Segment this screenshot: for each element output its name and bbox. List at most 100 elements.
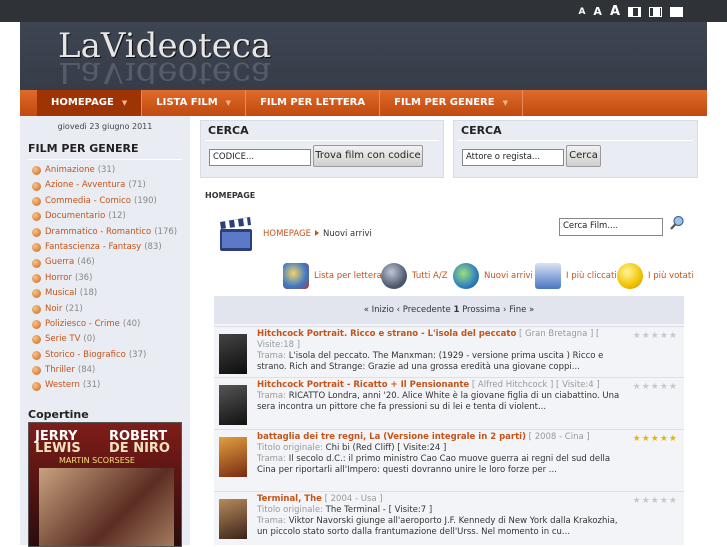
film-text: Hitchcock Portrait - Ricatto + Il Pensio… — [257, 380, 627, 413]
genre-item[interactable]: Commedia - Comico (190) — [32, 194, 190, 209]
chevron-down-icon: ▼ — [502, 99, 508, 107]
nav-lista-film[interactable]: LISTA FILM ▼ — [142, 90, 245, 116]
film-original-title: The Terminal - [ Visite:7 ] — [325, 505, 433, 515]
film-thumbnail[interactable] — [219, 334, 247, 374]
genre-link[interactable]: Animazione — [45, 163, 95, 178]
actor-search-button[interactable]: Cerca — [566, 145, 601, 167]
genre-link[interactable]: Thriller — [45, 363, 75, 378]
film-title-link[interactable]: Hitchcock Portrait - Ricatto + Il Pensio… — [257, 380, 469, 390]
pagination: « Inizio ‹ Precedente 1 Prossima › Fine … — [214, 296, 684, 324]
genre-count: (36) — [74, 272, 93, 283]
quicklink-piu-cliccati[interactable]: I più cliccati — [535, 262, 617, 290]
layout-medium-icon[interactable] — [649, 6, 662, 17]
nav-label: HOMEPAGE — [51, 97, 114, 108]
rating-stars[interactable]: ★★★★★ — [633, 382, 678, 392]
film-row: Terminal, The [ 2004 - Usa ] Titolo orig… — [214, 491, 684, 541]
genre-item[interactable]: Noir (21) — [32, 302, 190, 317]
film-plot-label: Trama: — [257, 454, 286, 464]
genre-item[interactable]: Azione - Avventura (71) — [32, 178, 190, 193]
genre-item[interactable]: Poliziesco - Crime (40) — [32, 317, 190, 332]
film-thumbnail[interactable] — [219, 499, 247, 539]
quicklink-lista-per-lettera[interactable]: Lista per lettera — [283, 262, 382, 290]
bullet-icon — [32, 289, 41, 299]
rating-stars[interactable]: ★★★★★ — [633, 434, 678, 444]
genre-count: (21) — [65, 303, 83, 314]
genre-count: (0) — [83, 334, 96, 345]
chevron-down-icon: ▼ — [121, 99, 128, 107]
genres-list: Animazione (31) Azione - Avventura (71) Co… — [32, 163, 190, 394]
breadcrumb-home-link[interactable]: HOMEPAGE — [263, 229, 311, 239]
pager-next[interactable]: Prossima › Fine » — [462, 305, 534, 315]
font-medium-button[interactable]: A — [593, 5, 602, 18]
genre-link[interactable]: Horror — [45, 271, 72, 286]
code-input[interactable]: CODICE... — [209, 149, 311, 166]
genre-item[interactable]: Drammatico - Romantico (176) — [32, 225, 190, 240]
genre-link[interactable]: Drammatico - Romantico — [45, 225, 151, 240]
film-title-link[interactable]: Hitchcock Portrait. Ricco e strano - L'i… — [257, 329, 516, 339]
genre-item[interactable]: Storico - Biografico (37) — [32, 348, 190, 363]
film-title-link[interactable]: battaglia dei tre regni, La (Versione in… — [257, 432, 526, 442]
genre-link[interactable]: Noir — [45, 302, 62, 317]
film-plot: RICATTO Londra, anni '20. Alice White è … — [257, 391, 620, 412]
genre-item[interactable]: Horror (36) — [32, 271, 190, 286]
genre-link[interactable]: Documentario — [45, 209, 105, 224]
cover-image[interactable]: JERRY ROBERT LEWIS DE NIRO MARTIN SCORSE… — [28, 422, 182, 547]
film-plot: Il secolo d.C.: il primo ministro Cao Ca… — [257, 454, 611, 475]
search-icon[interactable] — [669, 215, 685, 231]
font-large-button[interactable]: A — [610, 4, 620, 19]
pager-prev[interactable]: « Inizio ‹ Precedente — [364, 305, 451, 315]
bullet-icon — [32, 258, 41, 268]
film-row: Hitchcock Portrait. Ricco e strano - L'i… — [214, 326, 684, 376]
breadcrumb-current: Nuovi arrivi — [323, 229, 372, 239]
genre-item[interactable]: Guerra (46) — [32, 255, 190, 270]
film-text: Terminal, The [ 2004 - Usa ] Titolo orig… — [257, 494, 627, 538]
genre-item[interactable]: Serie TV (0) — [32, 332, 190, 347]
film-row: battaglia dei tre regni, La (Versione in… — [214, 429, 684, 479]
quicklink-label: I più cliccati — [566, 271, 617, 281]
font-small-button[interactable]: A — [578, 7, 585, 17]
nav-film-per-lettera[interactable]: FILM PER LETTERA — [246, 90, 379, 116]
genre-link[interactable]: Poliziesco - Crime — [45, 317, 120, 332]
genre-link[interactable]: Musical — [45, 286, 77, 301]
genre-item[interactable]: Documentario (12) — [32, 209, 190, 224]
quicklink-tutti-az[interactable]: Tutti A/Z — [381, 262, 448, 290]
genre-link[interactable]: Western — [45, 378, 80, 393]
film-plot-label: Trama: — [257, 391, 286, 401]
film-search-input[interactable]: Cerca Film.... — [559, 218, 663, 236]
genre-count: (31) — [97, 165, 116, 175]
rating-stars[interactable]: ★★★★★ — [633, 331, 678, 341]
genre-link[interactable]: Commedia - Comico — [45, 194, 131, 209]
quicklink-nuovi-arrivi[interactable]: Nuovi arrivi — [453, 262, 533, 290]
genre-link[interactable]: Serie TV — [45, 332, 80, 347]
film-thumbnail[interactable] — [219, 437, 247, 477]
breadcrumb: HOMEPAGE Nuovi arrivi — [263, 229, 372, 239]
genre-count: (46) — [77, 257, 95, 268]
layout-narrow-icon[interactable] — [628, 6, 641, 17]
film-thumbnail[interactable] — [219, 385, 247, 425]
quicklink-label: I più votati — [648, 271, 694, 281]
current-date: giovedì 23 giugno 2011 — [57, 122, 153, 131]
genre-item[interactable]: Musical (18) — [32, 286, 190, 301]
genre-item[interactable]: Western (31) — [32, 378, 190, 393]
main-nav: HOMEPAGE ▼ LISTA FILM ▼ FILM PER LETTERA F… — [20, 90, 707, 116]
genre-link[interactable]: Guerra — [45, 255, 74, 270]
genre-link[interactable]: Storico - Biografico — [45, 348, 126, 363]
film-title-link[interactable]: Terminal, The — [257, 494, 322, 504]
film-meta: [ Alfred Hitchcock ] [ Visite:4 ] — [471, 380, 600, 390]
nav-homepage[interactable]: HOMEPAGE ▼ — [37, 90, 142, 116]
actor-input[interactable]: Attore o regista... — [462, 149, 564, 166]
genre-link[interactable]: Azione - Avventura — [45, 178, 125, 193]
nav-film-per-genere[interactable]: FILM PER GENERE ▼ — [380, 90, 522, 116]
genre-link[interactable]: Fantascienza - Fantasy — [45, 240, 141, 255]
genre-item[interactable]: Animazione (31) — [32, 163, 190, 178]
cover-name: DE NIRO — [109, 441, 170, 456]
genre-count: (84) — [77, 365, 96, 376]
find-by-code-button[interactable]: Trova film con codice — [313, 145, 423, 167]
bullet-icon — [32, 166, 41, 176]
layout-wide-icon[interactable] — [670, 6, 683, 17]
genre-item[interactable]: Thriller (84) — [32, 363, 190, 378]
quicklink-piu-votati[interactable]: I più votati — [617, 262, 694, 290]
code-search-title: CERCA — [208, 124, 249, 137]
genre-item[interactable]: Fantascienza - Fantasy (83) — [32, 240, 190, 255]
rating-stars[interactable]: ★★★★★ — [633, 496, 678, 506]
